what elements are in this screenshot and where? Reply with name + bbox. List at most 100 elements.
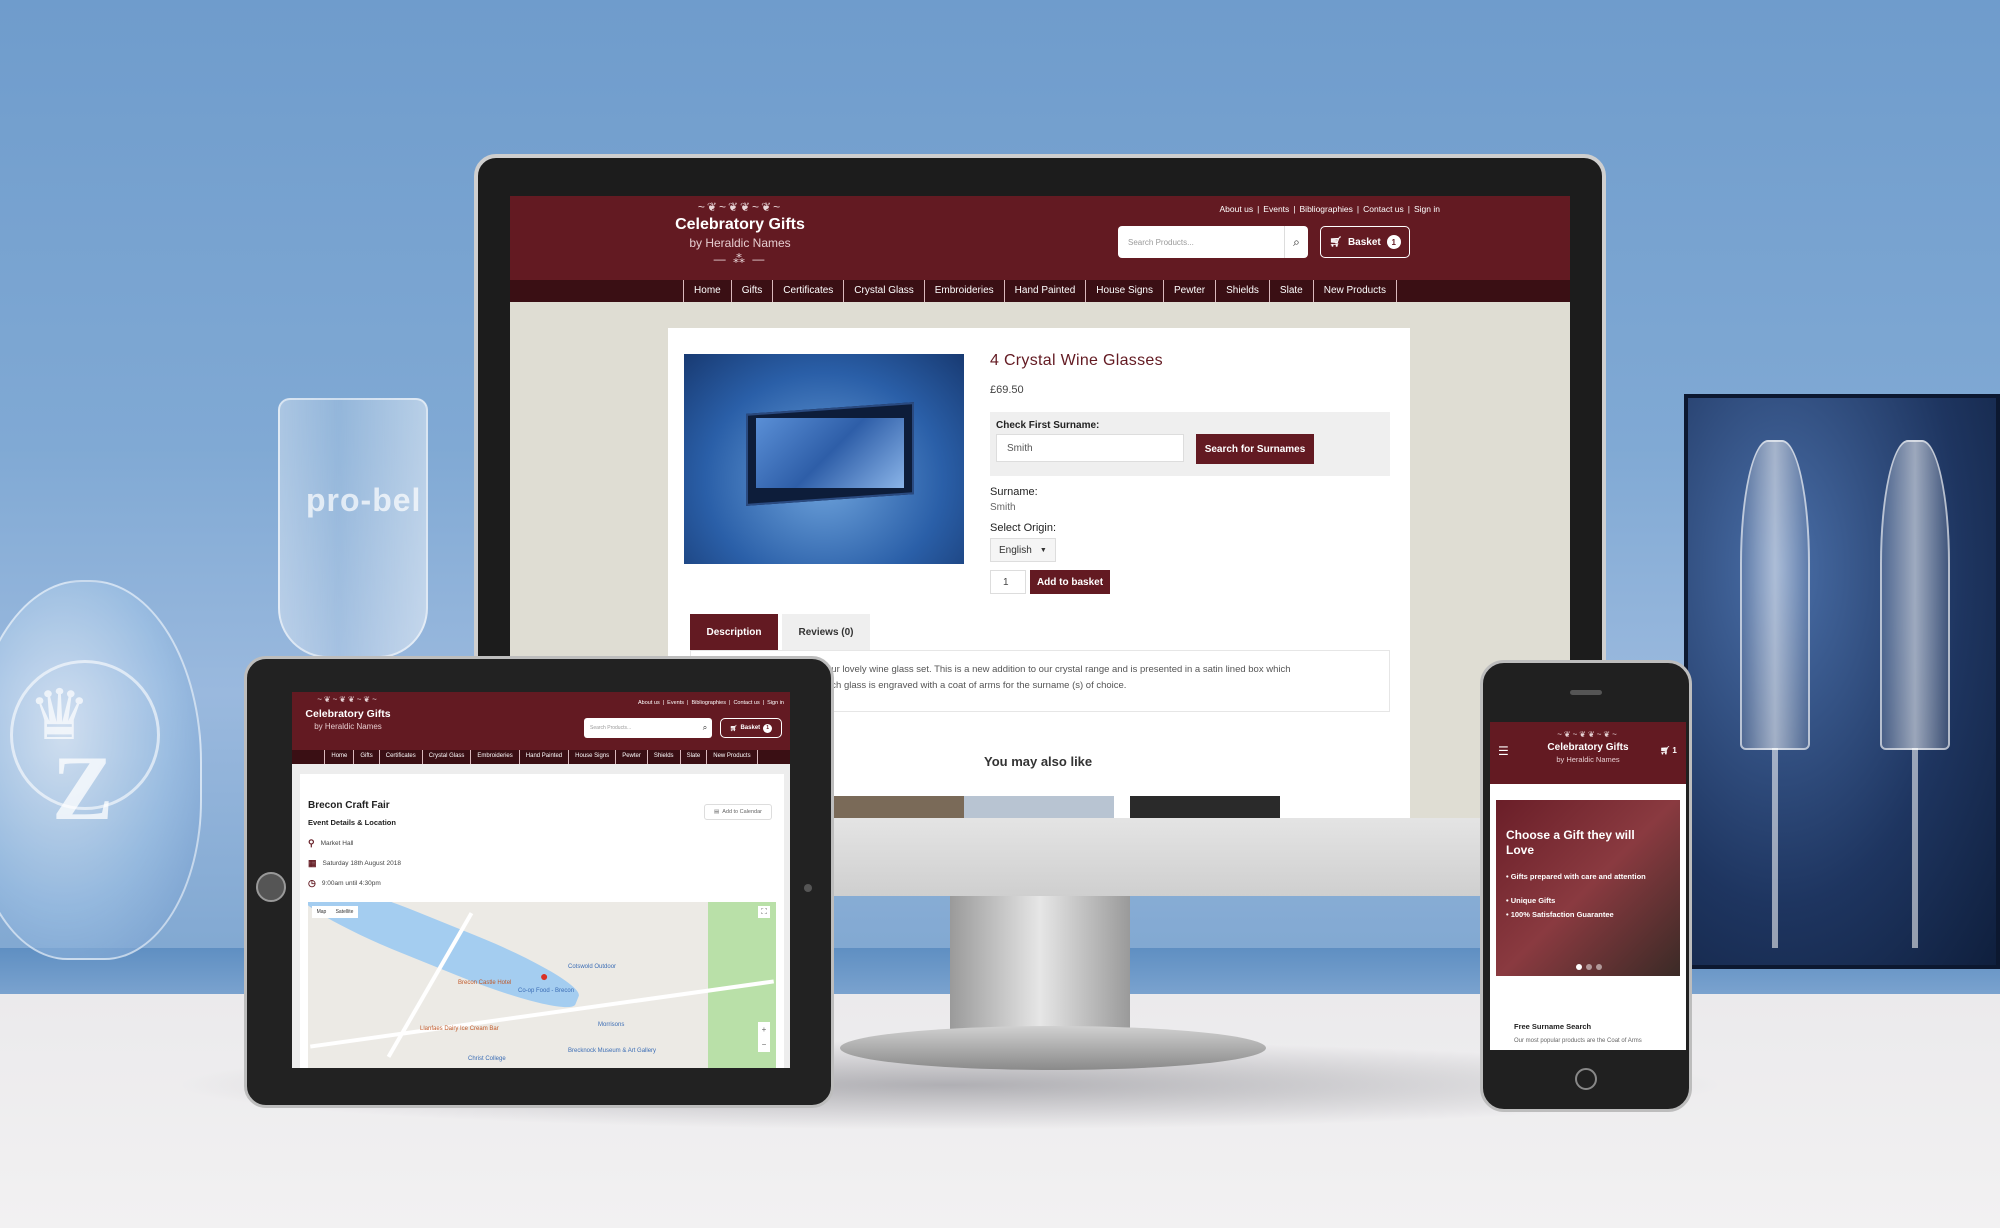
related-product-thumb[interactable] <box>964 796 1114 818</box>
carousel-dot-active[interactable] <box>1576 964 1582 970</box>
nav-embroideries[interactable]: Embroideries <box>470 750 518 764</box>
carousel-dot[interactable] <box>1586 964 1592 970</box>
add-to-calendar-button[interactable]: ▤ Add to Calendar <box>704 804 772 820</box>
fullscreen-icon[interactable]: ⛶ <box>758 906 770 918</box>
search-input[interactable]: Search Products... <box>1118 226 1284 258</box>
nav-slate[interactable]: Slate <box>679 750 707 764</box>
map-poi-label: Cotswold Outdoor <box>568 964 617 970</box>
hero-bullet: • Unique Gifts <box>1506 896 1556 905</box>
logo-title[interactable]: Celebratory Gifts <box>660 216 820 234</box>
top-link-sign-in[interactable]: Sign in <box>1414 204 1440 214</box>
search-surnames-button[interactable]: Search for Surnames <box>1196 434 1314 464</box>
top-link-events[interactable]: Events <box>667 700 684 706</box>
description-text: ach glass is engraved with a coat of arm… <box>826 680 1127 691</box>
nav-house-signs[interactable]: House Signs <box>1085 280 1163 302</box>
logo-subtitle: by Heraldic Names <box>1556 755 1620 764</box>
logo-subtitle: by Heraldic Names <box>314 722 382 731</box>
flute-stem <box>1772 748 1778 948</box>
map-type-toggle[interactable]: Map Satellite <box>312 906 358 918</box>
top-link-about[interactable]: About us <box>1220 204 1254 214</box>
top-link-about[interactable]: About us <box>638 700 660 706</box>
flute-gift-box <box>1684 394 2000 969</box>
map-type-satellite[interactable]: Satellite <box>336 909 354 915</box>
hero-bullet: • Gifts prepared with care and attention <box>1506 872 1646 881</box>
nav-shields[interactable]: Shields <box>1215 280 1269 302</box>
site-header: ~❦~❦❦~❦~ Celebratory Gifts by Heraldic N… <box>510 196 1570 280</box>
quantity-input[interactable]: 1 <box>990 570 1026 594</box>
tablet-home-button <box>256 872 286 902</box>
separator: | <box>687 700 689 706</box>
nav-gifts[interactable]: Gifts <box>730 280 773 302</box>
cart-icon: 🛒︎ <box>729 725 738 732</box>
nav-certificates[interactable]: Certificates <box>378 750 422 764</box>
nav-hand-painted[interactable]: Hand Painted <box>518 750 568 764</box>
map-zoom-control[interactable]: + − <box>758 1022 770 1052</box>
phone-home-button <box>1575 1068 1597 1090</box>
nav-home[interactable]: Home <box>324 750 353 764</box>
top-link-contact[interactable]: Contact us <box>1363 204 1404 214</box>
tab-description[interactable]: Description <box>690 614 778 650</box>
search-input[interactable]: Search Products... <box>584 718 698 738</box>
nav-gifts[interactable]: Gifts <box>353 750 378 764</box>
nav-certificates[interactable]: Certificates <box>772 280 843 302</box>
map-poi-label: Co-op Food - Brecon <box>518 988 575 994</box>
related-product-thumb[interactable] <box>1130 796 1280 818</box>
nav-pewter[interactable]: Pewter <box>1162 280 1215 302</box>
carousel-dot[interactable] <box>1596 964 1602 970</box>
separator: | <box>762 700 765 706</box>
hero-title: Choose a Gift they will Love <box>1506 828 1635 857</box>
nav-crystal-glass[interactable]: Crystal Glass <box>843 280 923 302</box>
top-link-bibliographies[interactable]: Bibliographies <box>1300 204 1353 214</box>
map-poi-label: Llanfaes Dairy Ice Cream Bar <box>420 1026 499 1032</box>
site-header: ~❦~❦❦~❦~ Celebratory Gifts by Heraldic N… <box>292 692 790 750</box>
logo-flourish: ~❦~❦❦~❦~ <box>1557 730 1619 739</box>
tab-reviews[interactable]: Reviews (0) <box>782 614 870 650</box>
nav-slate[interactable]: Slate <box>1268 280 1313 302</box>
map-poi-label: Christ College <box>468 1056 506 1062</box>
menu-icon[interactable]: ☰ <box>1498 744 1509 758</box>
surname-search-input[interactable]: Smith <box>996 434 1184 462</box>
origin-select[interactable]: English ▼ <box>990 538 1056 562</box>
zoom-in-icon[interactable]: + <box>762 1025 767 1034</box>
related-product-thumb[interactable] <box>828 796 978 818</box>
top-links: About us | Events | Bibliographies | Contac… <box>638 700 784 706</box>
separator: | <box>1293 204 1296 214</box>
calendar-icon: ▦ <box>308 858 317 868</box>
nav-shields[interactable]: Shields <box>646 750 680 764</box>
top-link-events[interactable]: Events <box>1263 204 1289 214</box>
top-link-contact[interactable]: Contact us <box>733 700 759 706</box>
top-link-bibliographies[interactable]: Bibliographies <box>691 700 726 706</box>
basket-button[interactable]: 🛒︎ Basket 1 <box>720 718 782 738</box>
add-to-basket-button[interactable]: Add to basket <box>1030 570 1110 594</box>
nav-embroideries[interactable]: Embroideries <box>923 280 1004 302</box>
basket-label: Basket <box>740 725 761 731</box>
nav-pewter[interactable]: Pewter <box>615 750 647 764</box>
search-icon[interactable]: ⌕ <box>698 718 712 738</box>
logo-flourish: ~❦~❦❦~❦~ <box>697 200 783 214</box>
nav-house-signs[interactable]: House Signs <box>568 750 615 764</box>
map-type-map[interactable]: Map <box>317 909 327 915</box>
cart-count: 1 <box>1672 746 1677 755</box>
logo-title[interactable]: Celebratory Gifts <box>1528 742 1648 753</box>
map-marker-icon[interactable]: ● <box>540 968 548 984</box>
chevron-down-icon: ▼ <box>1039 546 1047 554</box>
separator: | <box>1257 204 1260 214</box>
nav-home[interactable]: Home <box>683 280 731 302</box>
top-link-sign-in[interactable]: Sign in <box>767 700 784 706</box>
product-image-satin <box>756 418 904 488</box>
surname-value: Smith <box>990 502 1016 513</box>
basket-count-badge: 1 <box>763 723 773 733</box>
event-map[interactable]: ● Cotswold Outdoor Co-op Food - Brecon M… <box>308 902 776 1068</box>
event-subtitle: Event Details & Location <box>308 818 396 827</box>
zoom-out-icon[interactable]: − <box>762 1040 767 1049</box>
nav-crystal-glass[interactable]: Crystal Glass <box>421 750 471 764</box>
hero-banner[interactable] <box>1496 800 1680 976</box>
nav-new-products[interactable]: New Products <box>1312 280 1397 302</box>
search-icon[interactable]: ⌕ <box>1284 226 1308 258</box>
basket-button[interactable]: 🛒︎ Basket 1 <box>1320 226 1410 258</box>
nav-new-products[interactable]: New Products <box>706 750 758 764</box>
nav-hand-painted[interactable]: Hand Painted <box>1003 280 1086 302</box>
logo-title[interactable]: Celebratory Gifts <box>298 708 398 720</box>
cart-button[interactable]: 🛒︎ 1 <box>1660 746 1677 755</box>
event-time-text: 9:00am until 4:30pm <box>321 880 381 887</box>
